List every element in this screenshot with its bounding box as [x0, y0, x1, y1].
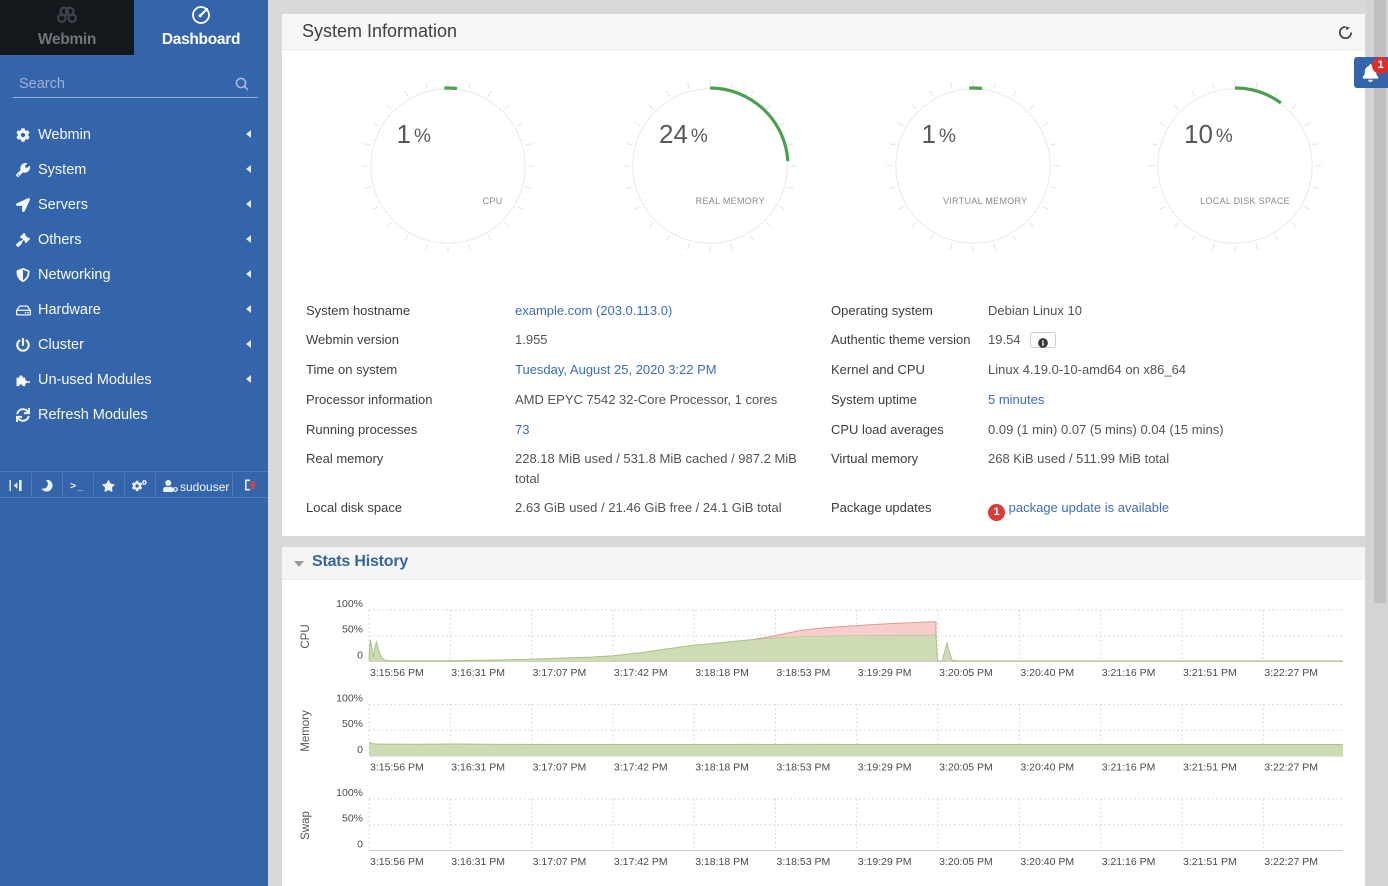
svg-text:3:20:40 PM: 3:20:40 PM: [1020, 667, 1074, 679]
svg-text:3:21:51 PM: 3:21:51 PM: [1183, 856, 1237, 868]
svg-text:3:19:29 PM: 3:19:29 PM: [858, 667, 912, 679]
svg-text:3:15:56 PM: 3:15:56 PM: [370, 762, 424, 774]
svg-text:3:15:56 PM: 3:15:56 PM: [370, 667, 424, 679]
svg-text:3:21:51 PM: 3:21:51 PM: [1183, 667, 1237, 679]
svg-text:50%: 50%: [342, 813, 363, 825]
svg-text:3:17:07 PM: 3:17:07 PM: [533, 762, 587, 774]
svg-text:3:21:16 PM: 3:21:16 PM: [1102, 856, 1156, 868]
svg-text:3:22:27 PM: 3:22:27 PM: [1264, 856, 1318, 868]
svg-text:3:21:16 PM: 3:21:16 PM: [1102, 762, 1156, 774]
svg-text:3:20:05 PM: 3:20:05 PM: [939, 856, 993, 868]
svg-text:3:17:42 PM: 3:17:42 PM: [614, 667, 668, 679]
svg-text:3:21:16 PM: 3:21:16 PM: [1102, 667, 1156, 679]
svg-text:3:17:07 PM: 3:17:07 PM: [533, 667, 587, 679]
svg-text:3:17:42 PM: 3:17:42 PM: [614, 856, 668, 868]
svg-text:50%: 50%: [342, 624, 363, 636]
svg-text:3:20:40 PM: 3:20:40 PM: [1020, 762, 1074, 774]
svg-text:3:20:40 PM: 3:20:40 PM: [1020, 856, 1074, 868]
svg-text:Swap: Swap: [300, 811, 312, 840]
svg-text:3:17:42 PM: 3:17:42 PM: [614, 762, 668, 774]
svg-text:3:18:18 PM: 3:18:18 PM: [695, 856, 749, 868]
svg-text:3:22:27 PM: 3:22:27 PM: [1264, 762, 1318, 774]
svg-text:0: 0: [357, 839, 363, 851]
svg-text:3:17:07 PM: 3:17:07 PM: [533, 856, 587, 868]
svg-text:100%: 100%: [336, 598, 363, 610]
svg-text:3:21:51 PM: 3:21:51 PM: [1183, 762, 1237, 774]
svg-text:3:18:18 PM: 3:18:18 PM: [695, 667, 749, 679]
svg-text:3:18:53 PM: 3:18:53 PM: [777, 667, 831, 679]
svg-text:3:20:05 PM: 3:20:05 PM: [939, 667, 993, 679]
svg-text:3:22:27 PM: 3:22:27 PM: [1264, 667, 1318, 679]
svg-text:3:19:29 PM: 3:19:29 PM: [858, 856, 912, 868]
svg-text:3:16:31 PM: 3:16:31 PM: [451, 762, 505, 774]
svg-text:3:20:05 PM: 3:20:05 PM: [939, 762, 993, 774]
svg-text:50%: 50%: [342, 718, 363, 730]
svg-text:3:19:29 PM: 3:19:29 PM: [858, 762, 912, 774]
svg-text:Memory: Memory: [300, 710, 312, 752]
svg-text:3:16:31 PM: 3:16:31 PM: [451, 667, 505, 679]
svg-text:3:18:53 PM: 3:18:53 PM: [777, 762, 831, 774]
svg-text:0: 0: [357, 744, 363, 756]
svg-text:3:18:53 PM: 3:18:53 PM: [777, 856, 831, 868]
svg-text:3:16:31 PM: 3:16:31 PM: [451, 856, 505, 868]
svg-text:100%: 100%: [336, 787, 363, 799]
svg-text:100%: 100%: [336, 692, 363, 704]
svg-text:3:18:18 PM: 3:18:18 PM: [695, 762, 749, 774]
svg-text:3:15:56 PM: 3:15:56 PM: [370, 856, 424, 868]
svg-text:CPU: CPU: [300, 624, 312, 648]
svg-text:0: 0: [357, 650, 363, 662]
